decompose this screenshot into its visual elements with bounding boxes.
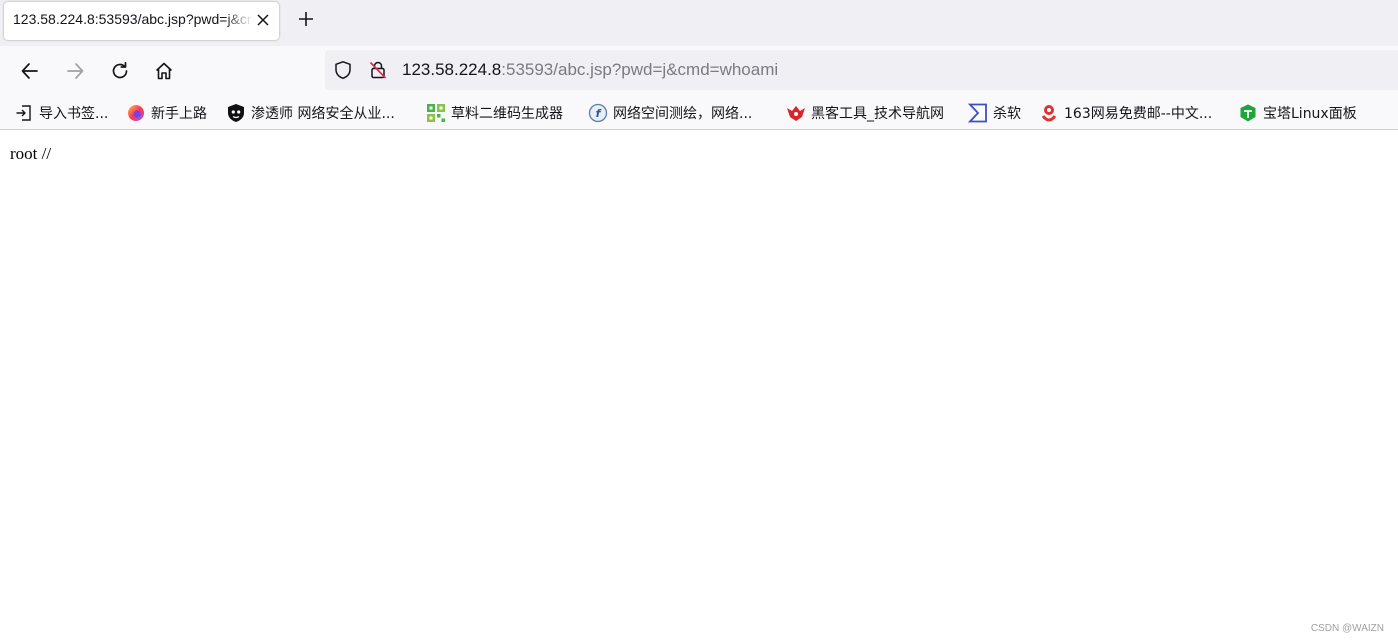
navigation-toolbar: 123.58.224.8:53593/abc.jsp?pwd=j&cmd=who… [0, 46, 1398, 96]
bookmark-label: 导入书签... [39, 106, 109, 122]
url-host: 123.58.224.8 [402, 60, 502, 79]
back-button[interactable] [15, 56, 45, 86]
sigma-icon [968, 103, 988, 123]
reload-button[interactable] [105, 56, 135, 86]
bookmark-label: 宝塔Linux面板 [1263, 106, 1357, 122]
bookmark-label: 渗透师 网络安全从业... [251, 106, 395, 122]
plus-icon [299, 12, 313, 26]
bookmark-label: 163网易免费邮--中文... [1064, 106, 1213, 122]
active-tab[interactable]: 123.58.224.8:53593/abc.jsp?pwd=j&cmd=who… [4, 2, 279, 40]
fofa-icon: f [588, 103, 608, 123]
tab-title: 123.58.224.8:53593/abc.jsp?pwd=j&cmd=who… [13, 11, 253, 27]
reload-icon [112, 61, 128, 79]
bookmark-fofa[interactable]: f 网络空间测绘，网络... [588, 101, 752, 125]
bt-icon [1238, 103, 1258, 123]
forward-button[interactable] [60, 56, 90, 86]
shield-site-icon [226, 103, 246, 123]
watermark: CSDN @WAIZN [1310, 623, 1384, 634]
bookmark-antivirus[interactable]: 杀软 [968, 101, 1021, 125]
import-icon [14, 103, 34, 123]
url-text[interactable]: 123.58.224.8:53593/abc.jsp?pwd=j&cmd=who… [402, 60, 778, 80]
netease-icon [1039, 103, 1059, 123]
bookmark-import[interactable]: 导入书签... [14, 101, 108, 125]
bookmark-label: 杀软 [993, 106, 1021, 122]
tab-strip: 123.58.224.8:53593/abc.jsp?pwd=j&cmd=who… [0, 0, 1398, 46]
command-output: root // [10, 144, 52, 163]
new-tab-button[interactable] [292, 5, 320, 33]
home-button[interactable] [149, 56, 179, 86]
tracking-protection-shield-icon[interactable] [333, 60, 353, 80]
bookmark-bt-panel[interactable]: 宝塔Linux面板 [1238, 101, 1357, 125]
hacker-icon [786, 103, 806, 123]
url-path: :53593/abc.jsp?pwd=j&cmd=whoami [501, 60, 779, 79]
arrow-left-icon [21, 63, 38, 79]
close-icon[interactable] [254, 11, 272, 29]
bookmark-hacker-tools[interactable]: 黑客工具_技术导航网 [786, 101, 944, 125]
arrow-right-icon [67, 63, 84, 79]
bookmark-qrcode[interactable]: 草料二维码生成器 [426, 101, 563, 125]
qrcode-icon [426, 103, 446, 123]
home-icon [155, 62, 173, 80]
url-bar[interactable]: 123.58.224.8:53593/abc.jsp?pwd=j&cmd=who… [325, 50, 1398, 90]
insecure-lock-icon[interactable] [368, 60, 388, 80]
page-content: root // CSDN @WAIZN [0, 131, 1398, 642]
bookmark-label: 新手上路 [151, 106, 207, 122]
firefox-icon [126, 103, 146, 123]
bookmark-163-mail[interactable]: 163网易免费邮--中文... [1039, 101, 1212, 125]
bookmark-pentester[interactable]: 渗透师 网络安全从业... [226, 101, 395, 125]
bookmark-label: 草料二维码生成器 [451, 106, 563, 122]
bookmark-label: 黑客工具_技术导航网 [811, 106, 944, 122]
bookmark-getting-started[interactable]: 新手上路 [126, 101, 207, 125]
bookmarks-toolbar: 导入书签... 新手上路 渗透师 网络安全从业... 草料二维码生成器 f 网络… [0, 96, 1398, 130]
bookmark-label: 网络空间测绘，网络... [613, 106, 753, 122]
